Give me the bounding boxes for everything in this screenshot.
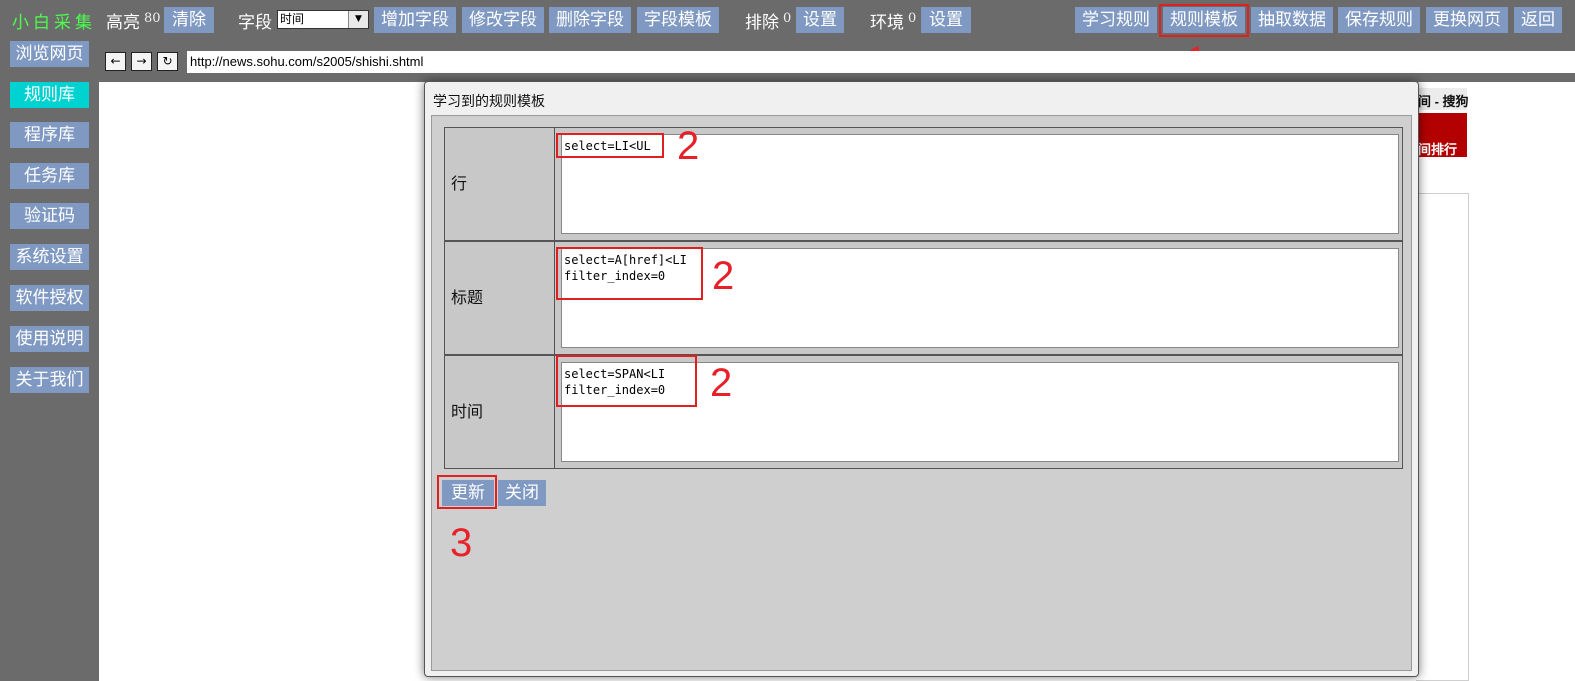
arrow-left-icon: ← <box>110 54 121 68</box>
annotation-marker-2-title: 2 <box>712 254 735 298</box>
learn-rule-button[interactable]: 学习规则 <box>1075 7 1157 33</box>
add-field-button[interactable]: 增加字段 <box>374 7 456 33</box>
webpage-content-box <box>1416 193 1469 681</box>
annotation-marker-2-time: 2 <box>710 361 733 405</box>
highlight-box-time-rule <box>556 355 697 407</box>
app-title: 小白采集 <box>12 13 96 33</box>
save-rule-button[interactable]: 保存规则 <box>1338 7 1420 33</box>
field-label: 字段 <box>238 13 272 33</box>
back-arrow-button[interactable]: ← <box>105 52 126 71</box>
clear-button[interactable]: 清除 <box>164 7 214 33</box>
field-select[interactable]: 时间 ▼ <box>277 10 369 29</box>
delete-field-button[interactable]: 删除字段 <box>549 7 631 33</box>
env-value: 0 <box>908 11 917 26</box>
highlight-label: 高亮 <box>106 13 140 33</box>
highlight-box-row-rule <box>556 133 664 158</box>
field-label-title: 标题 <box>445 242 555 354</box>
sidebar-item-license[interactable]: 软件授权 <box>10 285 89 311</box>
exclude-value: 0 <box>783 11 792 26</box>
sidebar-item-browse[interactable]: 浏览网页 <box>10 41 89 67</box>
field-select-value: 时间 <box>280 12 305 26</box>
change-page-button[interactable]: 更换网页 <box>1426 7 1508 33</box>
sidebar-item-rules[interactable]: 规则库 <box>10 82 89 108</box>
top-toolbar: 小白采集 高亮 80 清除 字段 时间 ▼ 增加字段 修改字段 删除字段 字段模… <box>0 0 1575 40</box>
exclude-settings-button[interactable]: 设置 <box>796 7 844 33</box>
annotation-marker-2-row: 2 <box>677 124 700 168</box>
webpage-fragment-ranking: 间排行 <box>1418 142 1458 157</box>
field-template-button[interactable]: 字段模板 <box>637 7 719 33</box>
sidebar-item-settings[interactable]: 系统设置 <box>10 244 89 270</box>
chevron-down-icon[interactable]: ▼ <box>348 11 368 28</box>
dialog-title: 学习到的规则模板 <box>433 94 545 110</box>
webpage-fragment-title: 间 - 搜狗 <box>1418 94 1469 109</box>
sidebar-item-programs[interactable]: 程序库 <box>10 122 89 148</box>
exclude-label: 排除 <box>745 13 779 33</box>
sidebar-item-manual[interactable]: 使用说明 <box>10 326 89 352</box>
refresh-button[interactable]: ↻ <box>157 52 178 71</box>
env-label: 环境 <box>870 13 904 33</box>
arrow-right-icon: → <box>136 54 147 68</box>
field-label-row: 行 <box>445 128 555 240</box>
field-label-time: 时间 <box>445 356 555 468</box>
extract-data-button[interactable]: 抽取数据 <box>1251 7 1333 33</box>
sidebar-item-captcha[interactable]: 验证码 <box>10 203 89 229</box>
back-button[interactable]: 返回 <box>1514 7 1562 33</box>
highlight-value: 80 <box>144 11 161 26</box>
sidebar-item-about[interactable]: 关于我们 <box>10 367 89 393</box>
sidebar-item-tasks[interactable]: 任务库 <box>10 163 89 189</box>
annotation-marker-3: 3 <box>450 521 473 565</box>
env-settings-button[interactable]: 设置 <box>921 7 971 33</box>
forward-arrow-button[interactable]: → <box>131 52 152 71</box>
highlight-box-update <box>437 475 497 509</box>
close-button[interactable]: 关闭 <box>498 480 546 506</box>
highlight-box-rule-template <box>1159 4 1249 37</box>
url-input[interactable]: http://news.sohu.com/s2005/shishi.shtml <box>187 51 1575 73</box>
highlight-box-title-rule <box>556 247 703 300</box>
refresh-icon: ↻ <box>162 54 173 68</box>
edit-field-button[interactable]: 修改字段 <box>462 7 544 33</box>
